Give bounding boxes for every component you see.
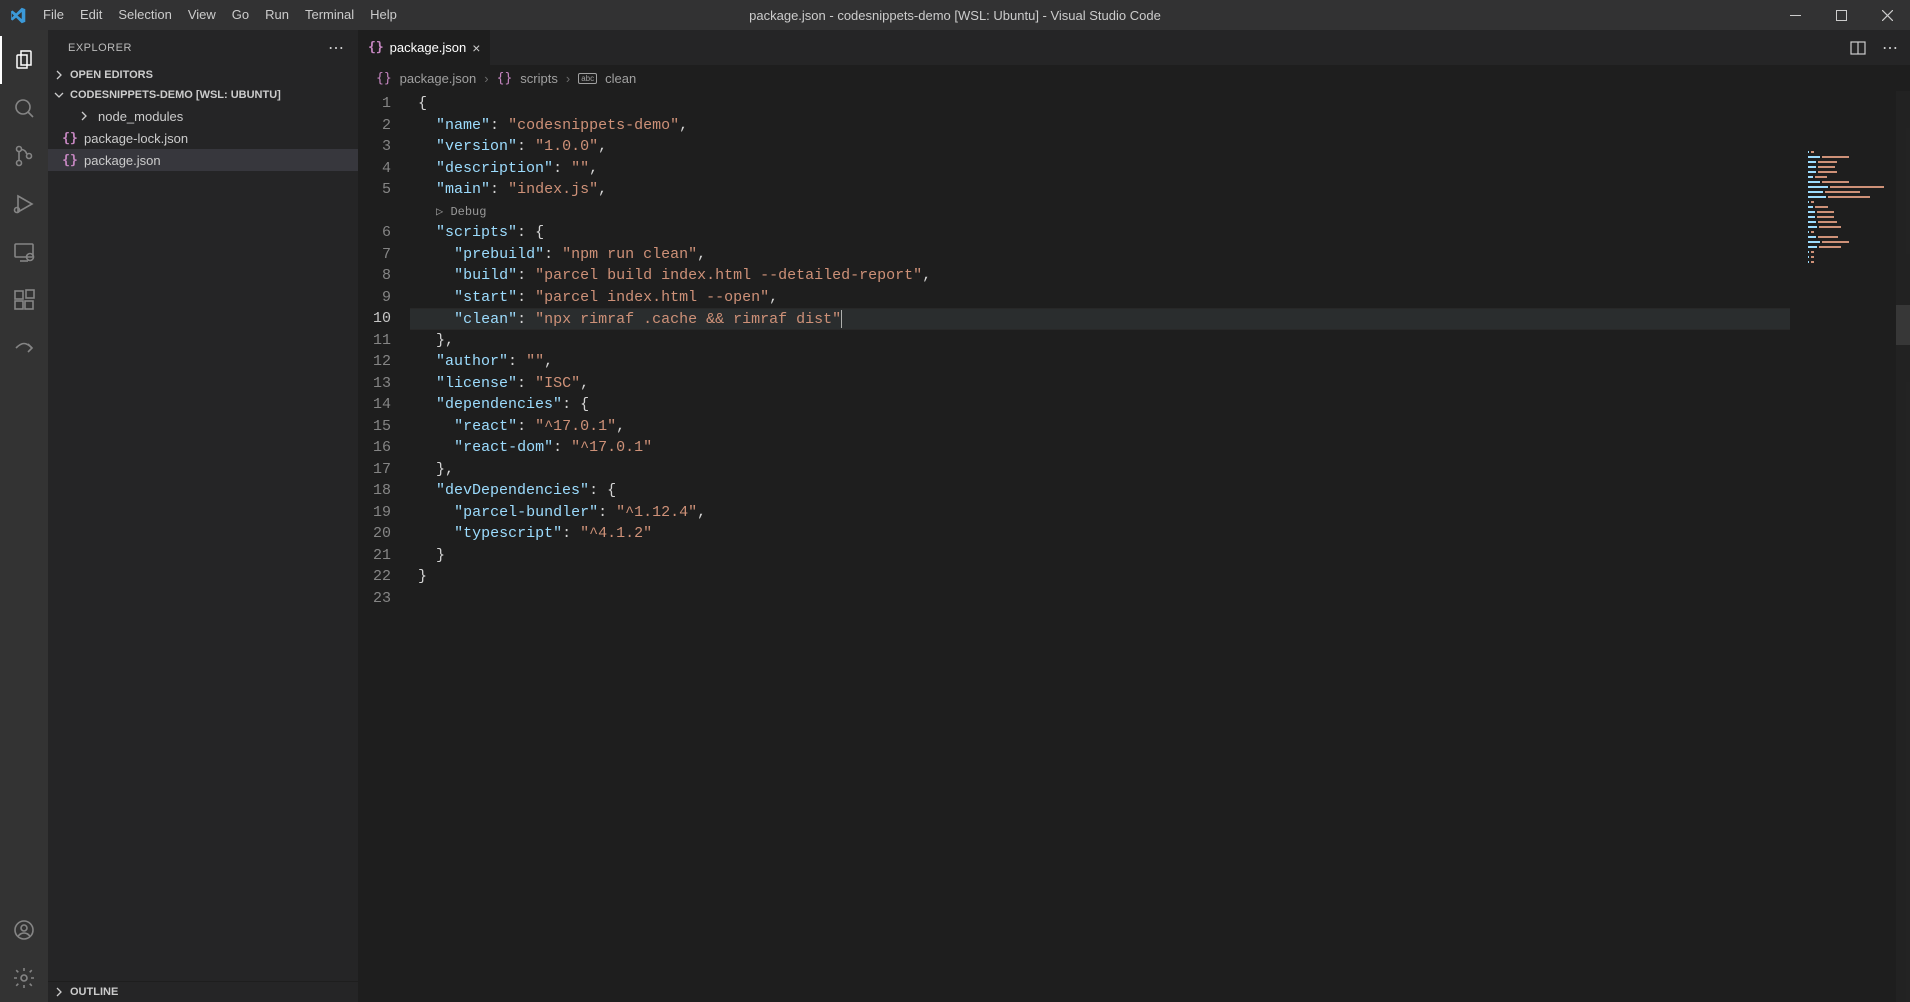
json-icon: {} bbox=[376, 71, 392, 86]
chevron-right-icon bbox=[76, 110, 92, 122]
section-outline-label: OUTLINE bbox=[70, 986, 118, 998]
tree-file-package-json[interactable]: {} package.json bbox=[48, 149, 358, 171]
maximize-button[interactable] bbox=[1818, 0, 1864, 30]
section-open-editors-label: OPEN EDITORS bbox=[70, 69, 153, 81]
menu-go[interactable]: Go bbox=[224, 0, 257, 30]
sidebar-more-icon[interactable]: ⋯ bbox=[328, 38, 346, 58]
editor-tabs: {} package.json × ⋯ bbox=[358, 30, 1910, 65]
menu-edit[interactable]: Edit bbox=[72, 0, 110, 30]
json-icon: {} bbox=[62, 131, 78, 146]
string-icon: abc bbox=[578, 73, 597, 84]
menu-terminal[interactable]: Terminal bbox=[297, 0, 362, 30]
section-outline[interactable]: OUTLINE bbox=[48, 981, 358, 1002]
explorer-icon[interactable] bbox=[0, 36, 48, 84]
minimap[interactable] bbox=[1808, 151, 1896, 271]
menu-help[interactable]: Help bbox=[362, 0, 405, 30]
chevron-down-icon bbox=[52, 89, 66, 101]
chevron-right-icon bbox=[52, 986, 66, 998]
run-debug-icon[interactable] bbox=[0, 180, 48, 228]
tree-item-label: node_modules bbox=[98, 109, 183, 124]
menu-view[interactable]: View bbox=[180, 0, 224, 30]
minimize-button[interactable] bbox=[1772, 0, 1818, 30]
codelens-debug[interactable]: ▷ Debug bbox=[418, 201, 1790, 223]
scrollbar-thumb[interactable] bbox=[1896, 305, 1910, 345]
close-button[interactable] bbox=[1864, 0, 1910, 30]
chevron-right-icon: › bbox=[566, 71, 570, 86]
json-icon: {} bbox=[62, 153, 78, 168]
tab-package-json[interactable]: {} package.json × bbox=[358, 30, 491, 65]
tab-label: package.json bbox=[390, 40, 467, 55]
tree-item-label: package-lock.json bbox=[84, 131, 188, 146]
source-control-icon[interactable] bbox=[0, 132, 48, 180]
tree-folder-node-modules[interactable]: node_modules bbox=[48, 105, 358, 127]
code-content[interactable]: { "name": "codesnippets-demo", "version"… bbox=[418, 93, 1790, 609]
line-number-gutter: 12345 67891011121314151617181920212223 bbox=[358, 91, 413, 609]
vertical-scrollbar[interactable] bbox=[1896, 91, 1910, 1002]
menu-bar: File Edit Selection View Go Run Terminal… bbox=[35, 0, 405, 30]
chevron-right-icon: › bbox=[484, 71, 488, 86]
remote-explorer-icon[interactable] bbox=[0, 228, 48, 276]
json-icon: {} bbox=[368, 40, 384, 55]
window-controls bbox=[1772, 0, 1910, 30]
section-open-editors[interactable]: OPEN EDITORS bbox=[48, 65, 358, 85]
section-project-label: CODESNIPPETS-DEMO [WSL: UBUNTU] bbox=[70, 89, 281, 101]
chevron-right-icon bbox=[52, 69, 66, 81]
editor-area: {} package.json × ⋯ {} package.json › {}… bbox=[358, 30, 1910, 1002]
activity-bar bbox=[0, 30, 48, 1002]
editor-actions: ⋯ bbox=[1850, 30, 1910, 65]
sidebar-title: EXPLORER ⋯ bbox=[48, 30, 358, 65]
search-icon[interactable] bbox=[0, 84, 48, 132]
breadcrumbs[interactable]: {} package.json › {} scripts › abc clean bbox=[358, 65, 1910, 91]
file-tree: node_modules {} package-lock.json {} pac… bbox=[48, 105, 358, 171]
accounts-icon[interactable] bbox=[0, 906, 48, 954]
menu-run[interactable]: Run bbox=[257, 0, 297, 30]
tree-item-label: package.json bbox=[84, 153, 161, 168]
title-bar: File Edit Selection View Go Run Terminal… bbox=[0, 0, 1910, 30]
settings-gear-icon[interactable] bbox=[0, 954, 48, 1002]
more-actions-icon[interactable]: ⋯ bbox=[1882, 38, 1900, 58]
json-icon: {} bbox=[497, 71, 513, 86]
breadcrumb-item[interactable]: package.json bbox=[400, 71, 477, 86]
explorer-sidebar: EXPLORER ⋯ OPEN EDITORS CODESNIPPETS-DEM… bbox=[48, 30, 358, 1002]
close-icon[interactable]: × bbox=[472, 40, 480, 56]
text-editor[interactable]: 12345 67891011121314151617181920212223 {… bbox=[358, 91, 1910, 1002]
menu-selection[interactable]: Selection bbox=[110, 0, 179, 30]
sidebar-title-label: EXPLORER bbox=[68, 42, 132, 54]
breadcrumb-item[interactable]: clean bbox=[605, 71, 636, 86]
live-share-icon[interactable] bbox=[0, 324, 48, 372]
section-project[interactable]: CODESNIPPETS-DEMO [WSL: UBUNTU] bbox=[48, 85, 358, 105]
breadcrumb-item[interactable]: scripts bbox=[520, 71, 558, 86]
vscode-logo-icon bbox=[0, 7, 35, 24]
menu-file[interactable]: File bbox=[35, 0, 72, 30]
extensions-icon[interactable] bbox=[0, 276, 48, 324]
split-editor-icon[interactable] bbox=[1850, 40, 1866, 56]
tree-file-package-lock[interactable]: {} package-lock.json bbox=[48, 127, 358, 149]
